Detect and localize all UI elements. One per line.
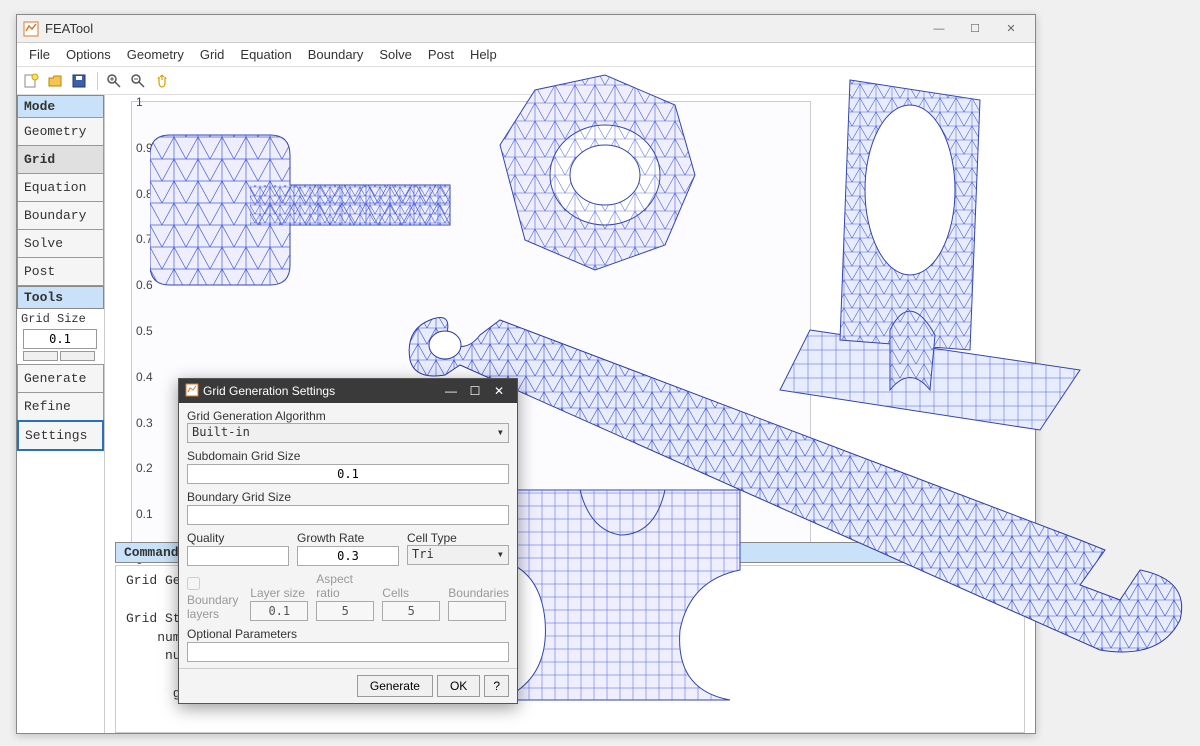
mode-geometry[interactable]: Geometry: [17, 117, 104, 146]
mode-post[interactable]: Post: [17, 257, 104, 286]
celltype-select[interactable]: Tri▾: [407, 545, 509, 565]
menu-grid[interactable]: Grid: [192, 45, 233, 64]
boundary-label: Boundary Grid Size: [187, 490, 509, 504]
layer-size-label: Layer size: [250, 586, 308, 600]
boundaries-input: [448, 601, 506, 621]
aspect-label: Aspect ratio: [316, 572, 374, 600]
dialog-titlebar[interactable]: Grid Generation Settings — ☐ ✕: [179, 379, 517, 403]
open-icon[interactable]: [45, 71, 65, 91]
cells-label: Cells: [382, 586, 440, 600]
layer-size-input: [250, 601, 308, 621]
ytick: 0.3: [136, 416, 153, 430]
titlebar: FEATool — ☐ ✕: [17, 15, 1035, 43]
optional-input[interactable]: [187, 642, 509, 662]
aspect-input: [316, 601, 374, 621]
minimize-button[interactable]: —: [921, 17, 957, 41]
mode-header: Mode: [17, 95, 104, 118]
maximize-button[interactable]: ☐: [957, 17, 993, 41]
growth-input[interactable]: [297, 546, 399, 566]
grid-settings-dialog: Grid Generation Settings — ☐ ✕ Grid Gene…: [178, 378, 518, 704]
dialog-maximize-icon[interactable]: ☐: [463, 384, 487, 398]
ytick: 0.9: [136, 141, 153, 155]
app-icon: [23, 21, 39, 37]
settings-button[interactable]: Settings: [17, 420, 104, 451]
celltype-label: Cell Type: [407, 531, 509, 545]
menu-boundary[interactable]: Boundary: [300, 45, 372, 64]
save-icon[interactable]: [69, 71, 89, 91]
algo-select[interactable]: Built-in▾: [187, 423, 509, 443]
ytick: 1: [136, 95, 143, 109]
mode-solve[interactable]: Solve: [17, 229, 104, 258]
quality-label: Quality: [187, 531, 289, 545]
zoom-in-icon[interactable]: [104, 71, 124, 91]
dialog-generate-button[interactable]: Generate: [357, 675, 433, 697]
new-icon[interactable]: [21, 71, 41, 91]
boundary-layers-checkbox[interactable]: Boundary layers: [187, 577, 242, 621]
mode-boundary[interactable]: Boundary: [17, 201, 104, 230]
menu-options[interactable]: Options: [58, 45, 119, 64]
grid-size-input[interactable]: [23, 329, 97, 349]
algo-label: Grid Generation Algorithm: [187, 409, 509, 423]
quality-input[interactable]: [187, 546, 289, 566]
grid-size-decrement[interactable]: [23, 351, 58, 361]
menu-equation[interactable]: Equation: [232, 45, 299, 64]
toolbar: [17, 67, 1035, 95]
menubar: File Options Geometry Grid Equation Boun…: [17, 43, 1035, 67]
cells-input: [382, 601, 440, 621]
close-button[interactable]: ✕: [993, 17, 1029, 41]
optional-label: Optional Parameters: [187, 627, 509, 641]
pan-icon[interactable]: [152, 71, 172, 91]
menu-geometry[interactable]: Geometry: [119, 45, 192, 64]
grid-size-label: Grid Size: [17, 309, 104, 329]
dialog-ok-button[interactable]: OK: [437, 675, 480, 697]
generate-button[interactable]: Generate: [17, 364, 104, 393]
menu-post[interactable]: Post: [420, 45, 462, 64]
dialog-title: Grid Generation Settings: [203, 384, 335, 398]
mode-grid[interactable]: Grid: [17, 145, 104, 174]
ytick: 0.7: [136, 232, 153, 246]
refine-button[interactable]: Refine: [17, 392, 104, 421]
tools-header: Tools: [17, 286, 104, 309]
boundary-input[interactable]: [187, 505, 509, 525]
menu-help[interactable]: Help: [462, 45, 505, 64]
subdomain-label: Subdomain Grid Size: [187, 449, 509, 463]
grid-size-increment[interactable]: [60, 351, 95, 361]
app-icon: [185, 383, 199, 400]
ytick: 0.5: [136, 324, 153, 338]
dialog-close-icon[interactable]: ✕: [487, 384, 511, 398]
toolbar-separator: [97, 72, 98, 90]
subdomain-input[interactable]: [187, 464, 509, 484]
sidebar: Mode Geometry Grid Equation Boundary Sol…: [17, 95, 105, 733]
mode-equation[interactable]: Equation: [17, 173, 104, 202]
growth-label: Growth Rate: [297, 531, 399, 545]
dialog-help-button[interactable]: ?: [484, 675, 509, 697]
dialog-minimize-icon[interactable]: —: [439, 384, 463, 398]
menu-file[interactable]: File: [21, 45, 58, 64]
ytick: 0.6: [136, 278, 153, 292]
boundaries-label: Boundaries: [448, 586, 509, 600]
menu-solve[interactable]: Solve: [371, 45, 420, 64]
ytick: 0.2: [136, 461, 153, 475]
zoom-out-icon[interactable]: [128, 71, 148, 91]
main-window: FEATool — ☐ ✕ File Options Geometry Grid…: [16, 14, 1036, 734]
ytick: 0.4: [136, 370, 153, 384]
window-title: FEATool: [45, 21, 921, 36]
ytick: 0.1: [136, 507, 153, 521]
ytick: 0.8: [136, 187, 153, 201]
